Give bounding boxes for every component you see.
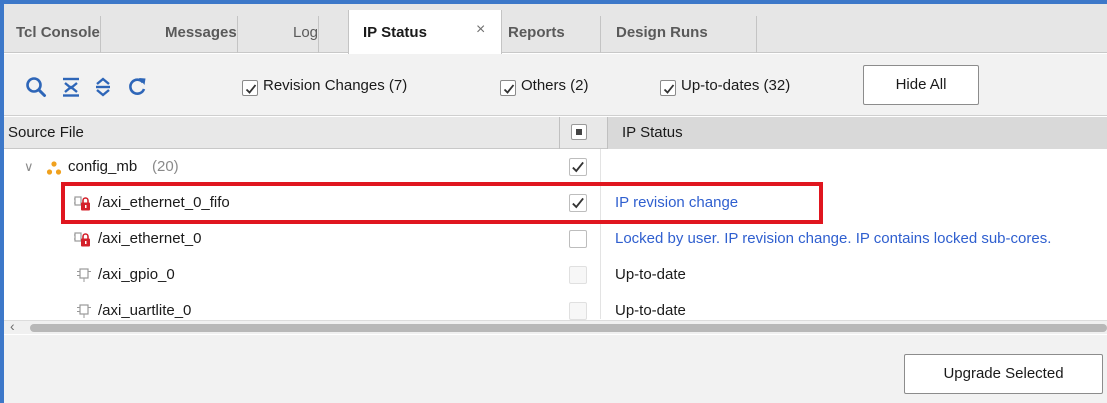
toolbar: Revision Changes (7) Others (2) Up-to-da… <box>4 54 1107 116</box>
block-design-icon <box>46 151 62 185</box>
expand-all-icon[interactable] <box>92 76 114 98</box>
source-file-name: /axi_uartlite_0 <box>98 302 192 319</box>
search-icon[interactable] <box>25 76 47 98</box>
refresh-icon[interactable] <box>126 76 148 98</box>
collapse-all-icon[interactable] <box>60 76 82 98</box>
locked-ip-icon <box>74 222 92 256</box>
highlight-box <box>61 182 823 224</box>
source-file-name: /axi_gpio_0 <box>98 266 175 283</box>
chevron-down-icon[interactable]: ∨ <box>24 150 34 184</box>
column-divider <box>600 149 601 319</box>
table-row[interactable]: /axi_uartlite_0 Up-to-date <box>4 294 1107 320</box>
footer-bar: Upgrade Selected <box>4 335 1107 403</box>
others-checkbox[interactable] <box>500 80 516 96</box>
tab-reports[interactable]: Reports <box>508 14 601 53</box>
hide-all-button[interactable]: Hide All <box>863 65 979 105</box>
up-to-dates-label: Up-to-dates (32) <box>681 77 791 94</box>
horizontal-scrollbar[interactable]: ‹ <box>4 318 1107 334</box>
ip-status-value: Up-to-date <box>615 266 686 283</box>
tab-messages[interactable]: Messages <box>163 14 238 53</box>
tab-bar: Tcl Console Messages Log IP Status Repor… <box>4 4 1107 54</box>
table-row[interactable]: /axi_ethernet_0 Locked by user. IP revis… <box>4 222 1107 256</box>
tab-log[interactable]: Log <box>283 14 320 53</box>
ip-core-icon <box>76 294 92 320</box>
scroll-left-icon[interactable]: ‹ <box>10 318 15 334</box>
file-count: (20) <box>152 158 179 175</box>
upgrade-selected-button[interactable]: Upgrade Selected <box>904 354 1103 394</box>
column-header-source-file[interactable]: Source File <box>8 117 84 149</box>
select-all-checkbox[interactable] <box>571 124 587 140</box>
tab-design-runs[interactable]: Design Runs <box>614 14 757 53</box>
table-header: Source File IP Status <box>4 117 1107 149</box>
scrollbar-thumb[interactable] <box>30 324 1107 332</box>
row-checkbox[interactable] <box>569 266 587 284</box>
ip-status-value[interactable]: Locked by user. IP revision change. IP c… <box>615 222 1107 256</box>
close-tab-icon[interactable]: × <box>476 22 485 38</box>
source-file-name: /axi_ethernet_0 <box>98 230 202 247</box>
revision-changes-checkbox[interactable] <box>242 80 258 96</box>
others-label: Others (2) <box>521 77 589 94</box>
tab-tcl-console[interactable]: Tcl Console <box>16 14 101 53</box>
source-file-name: config_mb <box>68 158 138 175</box>
ip-core-icon <box>76 258 92 292</box>
row-checkbox[interactable] <box>569 302 587 320</box>
column-header-ip-status[interactable]: IP Status <box>608 117 1107 149</box>
revision-changes-label: Revision Changes (7) <box>263 77 408 94</box>
row-checkbox[interactable] <box>569 230 587 248</box>
table-row[interactable]: ∨ config_mb (20) <box>4 150 1107 184</box>
row-checkbox[interactable] <box>569 158 587 176</box>
up-to-dates-checkbox[interactable] <box>660 80 676 96</box>
ip-status-value: Up-to-date <box>615 302 686 319</box>
table-row[interactable]: /axi_gpio_0 Up-to-date <box>4 258 1107 292</box>
